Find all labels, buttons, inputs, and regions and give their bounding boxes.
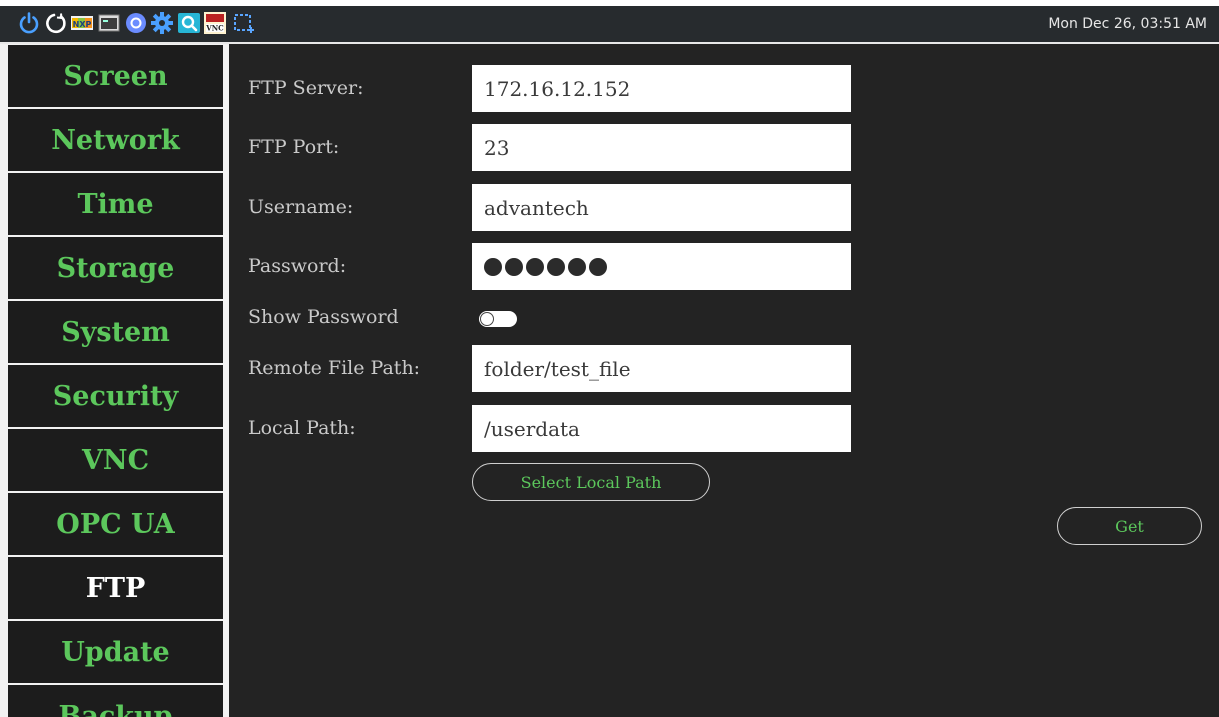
taskbar: NXP VNC Mon Dec 26, 03:51 AM <box>0 6 1219 44</box>
svg-text:VNC: VNC <box>205 24 224 33</box>
clock[interactable]: Mon Dec 26, 03:51 AM <box>1048 16 1207 32</box>
sidebar-item-security[interactable]: Security <box>8 365 223 427</box>
gear-icon[interactable] <box>150 11 174 35</box>
get-button[interactable]: Get <box>1057 507 1202 545</box>
sidebar-item-system[interactable]: System <box>8 301 223 363</box>
power-icon[interactable] <box>17 11 41 35</box>
nxp-logo-icon[interactable]: NXP <box>70 11 94 35</box>
ftp-server-input[interactable] <box>472 65 851 112</box>
password-mask-dot <box>484 257 502 276</box>
toggle-knob <box>480 312 494 326</box>
sidebar-item-storage[interactable]: Storage <box>8 237 223 299</box>
show-password-label: Show Password <box>248 306 399 328</box>
sidebar-item-backup[interactable]: Backup <box>8 685 223 717</box>
sidebar-item-ftp[interactable]: FTP <box>8 557 223 619</box>
show-password-toggle[interactable] <box>479 311 517 327</box>
settings-sidebar: Screen Network Time Storage System Secur… <box>0 44 229 717</box>
password-label: Password: <box>248 255 347 277</box>
local-path-input[interactable] <box>472 405 851 452</box>
screenshot-icon[interactable] <box>231 11 255 35</box>
search-app-icon[interactable] <box>177 11 201 35</box>
ftp-server-label: FTP Server: <box>248 77 364 99</box>
tightvnc-icon[interactable]: VNC <box>203 11 227 35</box>
remote-file-path-input[interactable] <box>472 345 851 392</box>
username-label: Username: <box>248 196 354 218</box>
password-mask-dot <box>547 257 565 276</box>
local-path-label: Local Path: <box>248 417 356 439</box>
sidebar-item-vnc[interactable]: VNC <box>8 429 223 491</box>
sidebar-item-time[interactable]: Time <box>8 173 223 235</box>
svg-text:NXP: NXP <box>73 20 92 29</box>
ftp-settings-panel: FTP Server: FTP Port: Username: Password… <box>229 44 1219 717</box>
password-mask-dot <box>568 257 586 276</box>
browser-icon[interactable] <box>124 11 148 35</box>
password-mask-dot <box>589 257 607 276</box>
sidebar-item-network[interactable]: Network <box>8 109 223 171</box>
restart-icon[interactable] <box>44 11 68 35</box>
password-mask-dot <box>505 257 523 276</box>
sidebar-item-screen[interactable]: Screen <box>8 45 223 107</box>
ftp-port-input[interactable] <box>472 124 851 171</box>
sidebar-item-opc-ua[interactable]: OPC UA <box>8 493 223 555</box>
password-mask-dot <box>526 257 544 276</box>
terminal-icon[interactable] <box>97 11 121 35</box>
sidebar-item-update[interactable]: Update <box>8 621 223 683</box>
username-input[interactable] <box>472 184 851 231</box>
remote-file-path-label: Remote File Path: <box>248 357 421 379</box>
password-input[interactable] <box>472 243 851 290</box>
select-local-path-button[interactable]: Select Local Path <box>472 463 710 501</box>
ftp-port-label: FTP Port: <box>248 136 340 158</box>
